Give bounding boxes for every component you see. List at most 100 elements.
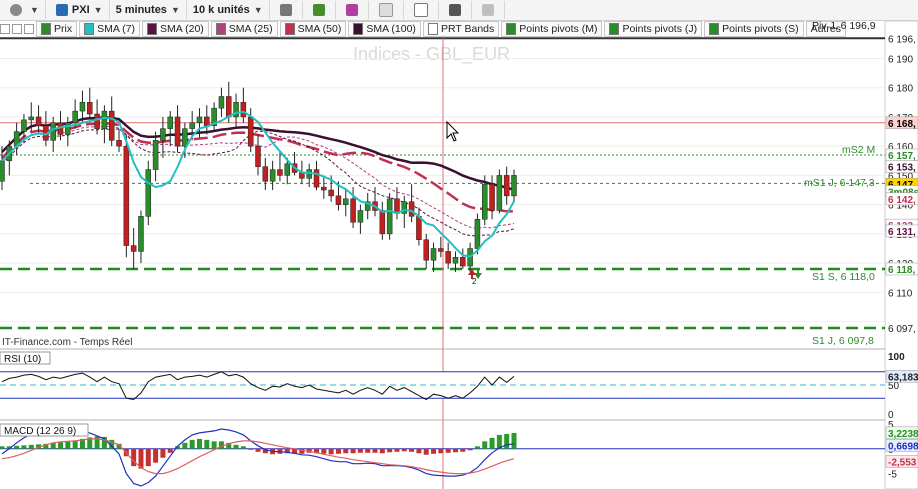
macd-histogram-bar xyxy=(445,448,451,453)
candle-body xyxy=(416,216,422,240)
candle-body xyxy=(496,175,503,211)
macd-histogram-bar xyxy=(511,432,517,449)
candle-body xyxy=(357,210,364,223)
price-tag-label: 6 157, xyxy=(888,151,916,162)
candle-body xyxy=(167,116,173,129)
macd-histogram-bar xyxy=(416,448,422,454)
candle-body xyxy=(430,248,437,261)
candle-body xyxy=(423,239,429,261)
macd-histogram-bar xyxy=(28,444,34,449)
macd-value-label: -2,553 xyxy=(888,457,917,468)
candle-body xyxy=(160,128,166,141)
macd-histogram-bar xyxy=(0,446,5,449)
pivot-label-ms1-j: mS1 J, 6 147,3 xyxy=(804,177,875,189)
candle-body xyxy=(262,166,269,182)
candle-body xyxy=(445,251,451,264)
macd-histogram-bar xyxy=(72,440,78,449)
candle-body xyxy=(174,116,181,147)
candle-body xyxy=(438,248,444,252)
mouse-cursor-icon xyxy=(446,120,460,142)
macd-histogram-bar xyxy=(248,448,254,450)
macd-histogram-bar xyxy=(160,448,166,458)
macd-histogram-bar xyxy=(167,448,173,453)
macd-label: MACD (12 26 9) xyxy=(4,426,76,437)
candle-body xyxy=(503,175,510,197)
macd-histogram-bar xyxy=(335,448,341,454)
candle-body xyxy=(21,119,27,132)
price-tick-label: 6 097, xyxy=(888,324,916,335)
rsi-value-label: 63,183 xyxy=(888,372,918,383)
macd-histogram-bar xyxy=(328,448,334,455)
candle-body xyxy=(79,102,86,112)
price-tag-label: 6 168, xyxy=(888,119,916,130)
macd-histogram-bar xyxy=(482,441,488,449)
macd-histogram-bar xyxy=(233,444,239,449)
macd-histogram-bar xyxy=(153,448,159,463)
macd-histogram-bar xyxy=(467,448,473,451)
macd-histogram-bar xyxy=(379,448,385,454)
price-tick-label: 6 190 xyxy=(888,54,913,65)
macd-line xyxy=(1,428,515,487)
macd-histogram-bar xyxy=(489,437,495,449)
price-tag-label: 6 118, xyxy=(888,265,915,276)
data-source-label: IT-Finance.com - Temps Réel xyxy=(2,337,133,348)
candle-body xyxy=(240,102,247,118)
macd-histogram-bar xyxy=(196,438,202,449)
candle-body xyxy=(386,198,393,235)
candle-body xyxy=(511,175,517,197)
pivot-label-ms2-m: mS2 M xyxy=(842,144,876,156)
macd-histogram-bar xyxy=(189,439,195,449)
macd-histogram-bar xyxy=(58,442,64,449)
candle-body xyxy=(116,140,122,147)
candle-body xyxy=(101,110,108,129)
macd-histogram-bar xyxy=(357,448,363,453)
candle-body xyxy=(87,102,93,115)
macd-histogram-bar xyxy=(65,441,71,449)
macd-signal-line xyxy=(1,438,515,475)
price-tag-label: 6 131, xyxy=(888,227,916,238)
candle-body xyxy=(328,189,334,197)
candle-body xyxy=(182,128,188,147)
macd-histogram-bar xyxy=(145,448,151,467)
macd-histogram-bar xyxy=(321,448,327,454)
candle-body xyxy=(313,169,320,188)
price-tag-label: 6 153, xyxy=(888,163,916,174)
macd-histogram-bar xyxy=(431,448,437,454)
candle-body xyxy=(408,201,415,217)
candle-body xyxy=(28,116,35,121)
macd-histogram-bar xyxy=(372,448,378,453)
candle-body xyxy=(204,116,210,126)
macd-histogram-bar xyxy=(365,448,371,453)
macd-histogram-bar xyxy=(474,446,480,449)
candle-body xyxy=(255,145,261,167)
chart-canvas[interactable]: 6 196,6 1906 1806 1706 1606 1506 1406 13… xyxy=(0,0,918,489)
macd-histogram-bar xyxy=(14,445,20,449)
signal-count-label: 2 xyxy=(472,277,477,286)
rsi-label: RSI (10) xyxy=(4,354,41,365)
price-tick-label: 6 110 xyxy=(888,288,913,299)
candle-body xyxy=(284,163,291,176)
candle-body xyxy=(108,110,115,141)
rsi-tick-label: 100 xyxy=(888,352,905,363)
pivot-label-piv-j: Piv J, 6 196,9 xyxy=(812,20,876,32)
candle-body xyxy=(145,169,152,217)
macd-value-label: 0,6698 xyxy=(888,441,918,452)
candle-body xyxy=(460,257,466,267)
macd-histogram-bar xyxy=(387,448,393,453)
macd-histogram-bar xyxy=(350,448,356,454)
macd-histogram-bar xyxy=(204,439,210,449)
candle-body xyxy=(225,96,232,118)
candle-body xyxy=(196,116,203,124)
candle-body xyxy=(72,110,78,124)
candle-body xyxy=(269,169,276,182)
candle-body xyxy=(218,96,225,109)
macd-histogram-bar xyxy=(394,448,400,452)
macd-histogram-bar xyxy=(452,448,458,453)
candle-body xyxy=(65,122,71,135)
macd-histogram-bar xyxy=(504,433,510,449)
candle-body xyxy=(379,210,386,235)
macd-histogram-bar xyxy=(401,448,407,452)
price-tick-label: 6 196, xyxy=(888,34,916,45)
pivot-label-s1-s: S1 S, 6 118,0 xyxy=(812,271,875,283)
macd-histogram-bar xyxy=(460,448,466,452)
